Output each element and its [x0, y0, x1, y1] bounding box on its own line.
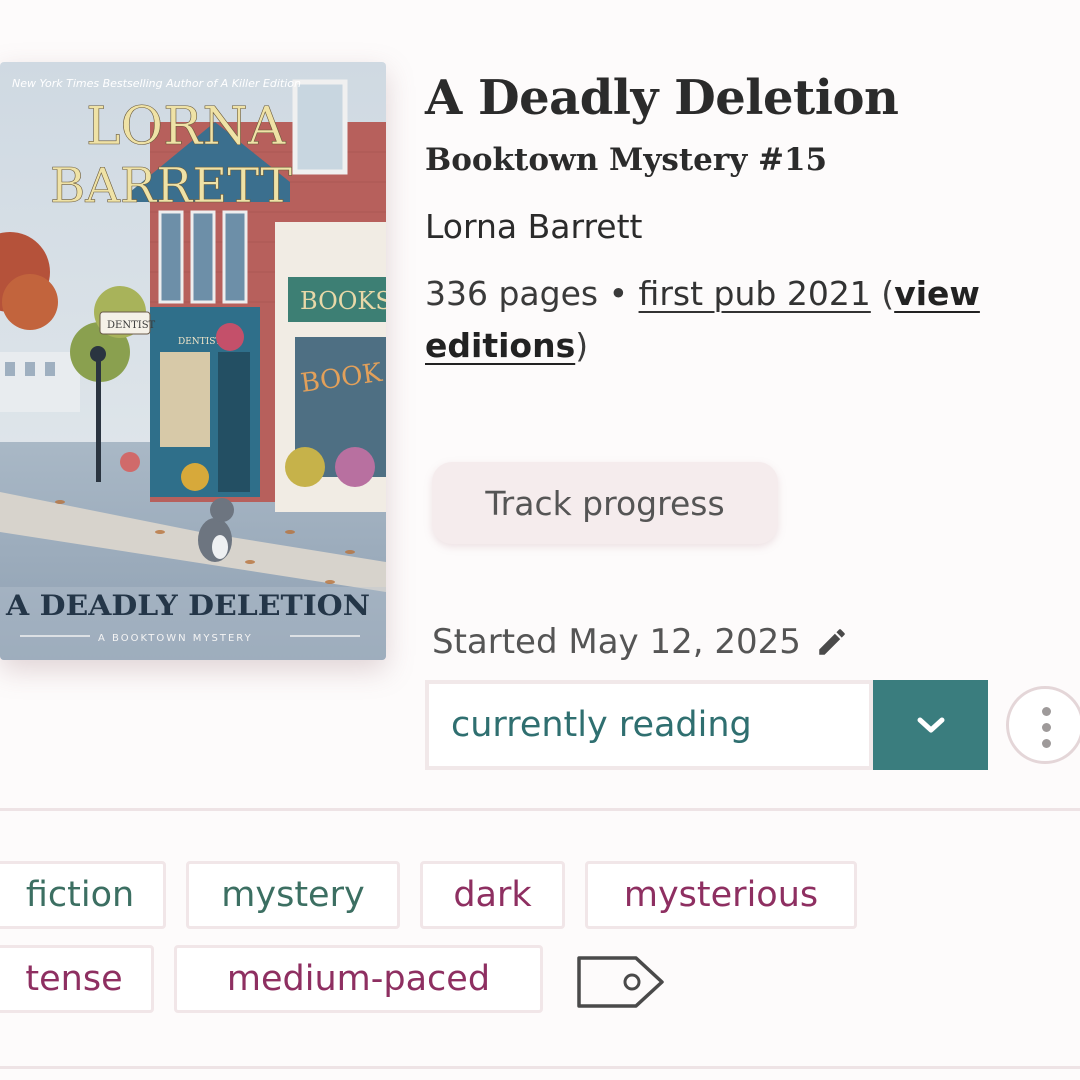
reading-status-value: currently reading	[451, 705, 752, 745]
tag-icon[interactable]	[574, 953, 668, 1015]
book-cover[interactable]: DENTIST DENTIST BOOKS BOOK New York Time…	[0, 62, 386, 660]
cover-books-sign: BOOKS	[300, 287, 386, 315]
cover-title: A DEADLY DELETION	[5, 589, 370, 622]
tag-fiction[interactable]: fiction	[0, 861, 166, 929]
cover-hanging-sign: DENTIST	[107, 320, 156, 331]
tag-medium-paced[interactable]: medium-paced	[174, 945, 543, 1013]
tag-label: fiction	[25, 875, 135, 915]
track-progress-button[interactable]: Track progress	[432, 462, 778, 544]
reading-status-select[interactable]: currently reading	[425, 680, 873, 770]
pencil-icon[interactable]	[815, 625, 849, 659]
started-date: Started May 12, 2025	[432, 622, 849, 662]
paren-open: (	[870, 274, 895, 313]
book-series[interactable]: Booktown Mystery #15	[425, 142, 827, 178]
paren-close: )	[575, 326, 589, 365]
track-progress-label: Track progress	[485, 483, 725, 523]
cover-tagline: New York Times Bestselling Author of A K…	[12, 77, 301, 90]
tag-label: dark	[453, 875, 532, 915]
cover-dentist-sign: DENTIST	[178, 337, 221, 347]
bottom-divider	[0, 1066, 1080, 1069]
book-title: A Deadly Deletion	[425, 70, 899, 126]
cover-series: A BOOKTOWN MYSTERY	[98, 633, 253, 644]
cover-author-line2: BARRETT	[50, 158, 292, 214]
started-date-label: Started May 12, 2025	[432, 622, 801, 662]
tag-label: mysterious	[623, 875, 819, 915]
section-divider	[0, 808, 1080, 811]
page-count: 336 pages	[425, 274, 599, 313]
tag-label: mystery	[221, 875, 365, 915]
tag-dark[interactable]: dark	[420, 861, 565, 929]
first-pub-link[interactable]: first pub 2021	[639, 274, 871, 313]
meta-separator: •	[598, 274, 639, 313]
tag-mysterious[interactable]: mysterious	[585, 861, 857, 929]
tag-tense[interactable]: tense	[0, 945, 154, 1013]
book-author[interactable]: Lorna Barrett	[425, 207, 642, 246]
tag-label: tense	[25, 959, 123, 999]
tag-mystery[interactable]: mystery	[186, 861, 400, 929]
cover-author-line1: LORNA	[86, 97, 287, 157]
book-meta: 336 pages • first pub 2021 (view edition…	[425, 268, 1065, 372]
chevron-down-icon	[914, 714, 948, 736]
tag-label: medium-paced	[226, 959, 491, 999]
more-options-button[interactable]	[1006, 686, 1080, 764]
status-dropdown-button[interactable]	[873, 680, 988, 770]
